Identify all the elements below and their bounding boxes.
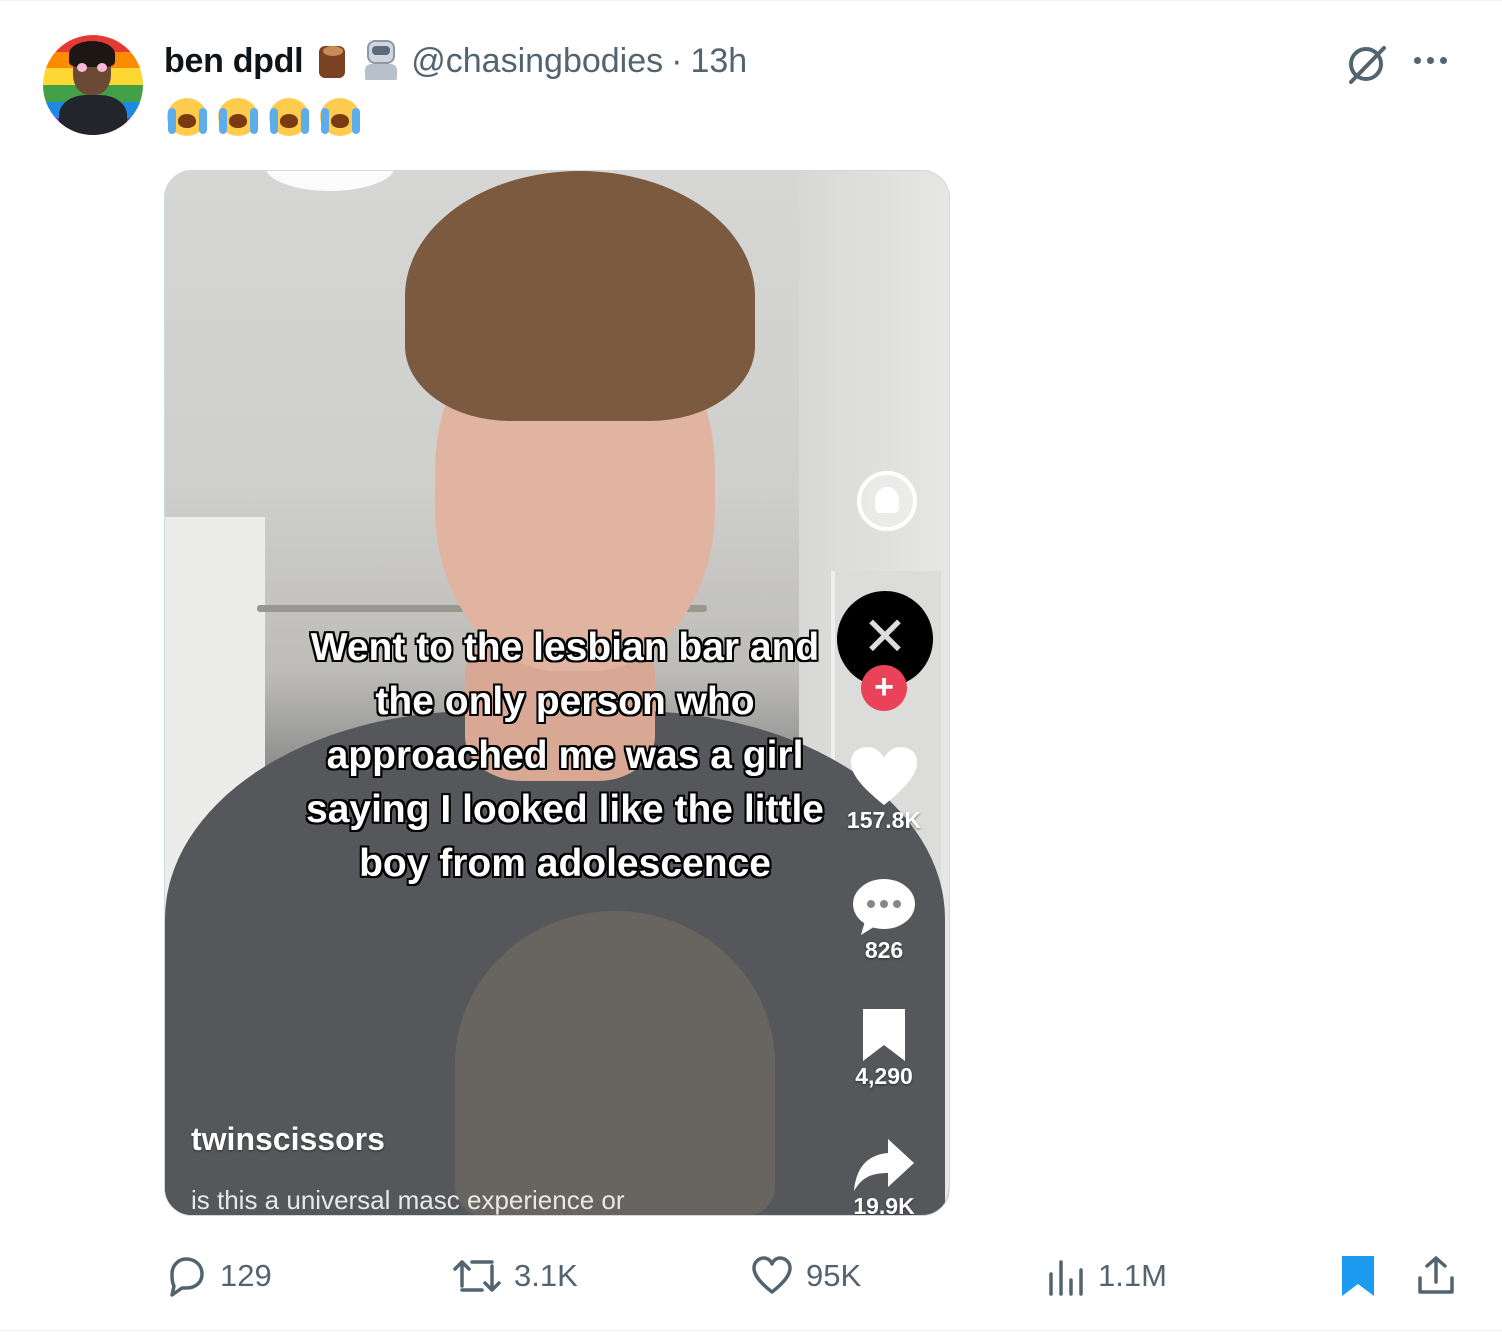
views-button[interactable]: 1.1M bbox=[1046, 1248, 1167, 1304]
tiktok-save: 4,290 bbox=[829, 1007, 939, 1090]
like-count: 95K bbox=[806, 1258, 862, 1293]
view-count: 1.1M bbox=[1098, 1258, 1167, 1293]
video-media[interactable]: Went to the lesbian bar and the only per… bbox=[164, 170, 950, 1216]
user-handle[interactable]: @chasingbodies bbox=[411, 42, 663, 81]
tiktok-comment: 826 bbox=[829, 877, 939, 964]
crying-face-icon bbox=[215, 96, 262, 136]
share-arrow-icon bbox=[854, 1139, 914, 1191]
robot-emoji-icon bbox=[363, 40, 399, 82]
tiktok-ghost-icon bbox=[857, 471, 917, 531]
bookmark-button[interactable] bbox=[1340, 1248, 1388, 1304]
ceiling-light bbox=[265, 171, 395, 191]
tweet-header: ben dpdl @chasingbodies · 13h bbox=[164, 36, 747, 86]
repost-button[interactable]: 3.1K bbox=[452, 1248, 578, 1304]
video-overlay-text: Went to the lesbian bar and the only per… bbox=[306, 626, 824, 885]
bookmark-filled-icon bbox=[1342, 1256, 1374, 1296]
reply-icon bbox=[170, 1257, 204, 1297]
like-button[interactable]: 95K bbox=[750, 1248, 861, 1304]
tiktok-username: twinscissors bbox=[191, 1121, 385, 1157]
tiktok-comment-count: 826 bbox=[864, 937, 904, 963]
hair bbox=[405, 171, 755, 421]
analytics-icon bbox=[1049, 1260, 1083, 1296]
wolf-print bbox=[455, 911, 775, 1215]
crying-face-icon bbox=[266, 96, 313, 136]
crying-face-icon bbox=[317, 96, 364, 136]
heart-icon bbox=[752, 1256, 792, 1294]
divider bbox=[0, 0, 1502, 1]
tweet[interactable]: ben dpdl @chasingbodies · 13h Went to th… bbox=[0, 0, 1502, 1336]
more-options-icon[interactable] bbox=[1414, 50, 1458, 70]
heart-icon bbox=[851, 747, 917, 805]
separator: · bbox=[671, 41, 683, 80]
tiktok-caption: is this a universal masc experience or bbox=[191, 1185, 625, 1215]
divider bbox=[0, 1330, 1502, 1331]
comment-icon bbox=[853, 879, 915, 935]
log-emoji-icon bbox=[317, 42, 349, 80]
crying-face-icon bbox=[164, 96, 211, 136]
tiktok-save-count: 4,290 bbox=[855, 1063, 913, 1089]
reply-button[interactable]: 129 bbox=[164, 1248, 272, 1304]
tiktok-share: 19.9K bbox=[829, 1137, 939, 1216]
tiktok-like: 157.8K bbox=[829, 745, 939, 834]
share-icon bbox=[1418, 1256, 1454, 1294]
tiktok-follow-icon: + bbox=[861, 665, 907, 711]
tiktok-like-count: 157.8K bbox=[846, 807, 922, 833]
display-name[interactable]: ben dpdl bbox=[164, 42, 304, 81]
repost-icon bbox=[453, 1260, 501, 1292]
share-button[interactable] bbox=[1414, 1248, 1470, 1304]
tweet-text bbox=[164, 96, 364, 136]
avatar[interactable] bbox=[43, 35, 143, 135]
timestamp[interactable]: 13h bbox=[690, 42, 747, 81]
tiktok-share-count: 19.9K bbox=[853, 1193, 915, 1216]
bookmark-icon bbox=[863, 1009, 905, 1061]
tweet-actions: 129 3.1K 95K 1.1M bbox=[164, 1248, 1464, 1304]
repost-count: 3.1K bbox=[514, 1258, 578, 1293]
grok-icon[interactable] bbox=[1342, 40, 1390, 88]
reply-count: 129 bbox=[220, 1258, 272, 1293]
